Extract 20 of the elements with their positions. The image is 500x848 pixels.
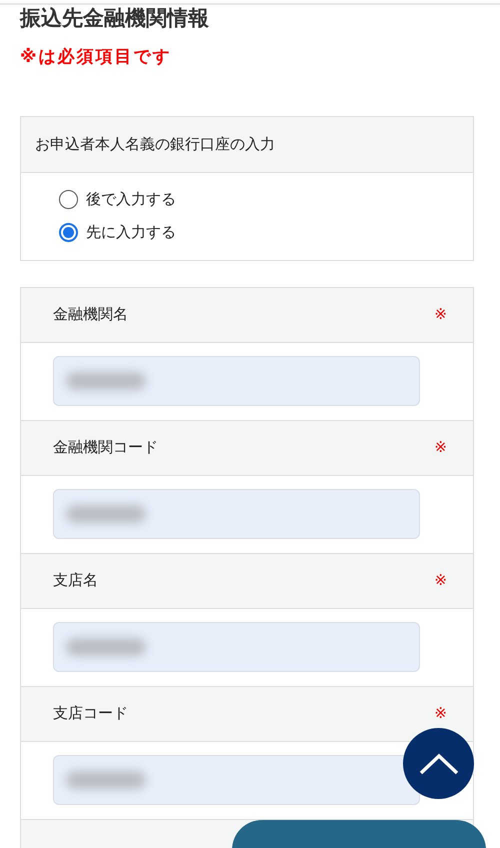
- required-mark: ※: [434, 437, 447, 458]
- page-title: 振込先金融機関情報: [20, 5, 210, 31]
- input-field[interactable]: [53, 489, 420, 539]
- radio-option[interactable]: 後で入力する: [59, 188, 473, 210]
- field-label: 支店名: [53, 570, 98, 592]
- input-field[interactable]: [53, 356, 420, 406]
- required-mark: ※: [434, 570, 447, 592]
- radio-button[interactable]: [59, 190, 78, 209]
- input-field[interactable]: [53, 755, 420, 805]
- chevron-up-icon: [418, 752, 458, 774]
- required-note: ※は必須項目です: [20, 46, 173, 69]
- section-heading: お申込者本人名義の銀行口座の入力: [35, 134, 275, 155]
- required-mark: ※: [434, 703, 447, 724]
- radio-option[interactable]: 先に入力する: [59, 222, 473, 244]
- radio-button[interactable]: [59, 223, 78, 242]
- required-mark: ※: [434, 304, 447, 326]
- field-label: 金融機関コード: [53, 437, 158, 458]
- field-label: 金融機関名: [53, 304, 128, 326]
- field-label: 支店コード: [53, 703, 128, 724]
- input-field[interactable]: [53, 622, 420, 672]
